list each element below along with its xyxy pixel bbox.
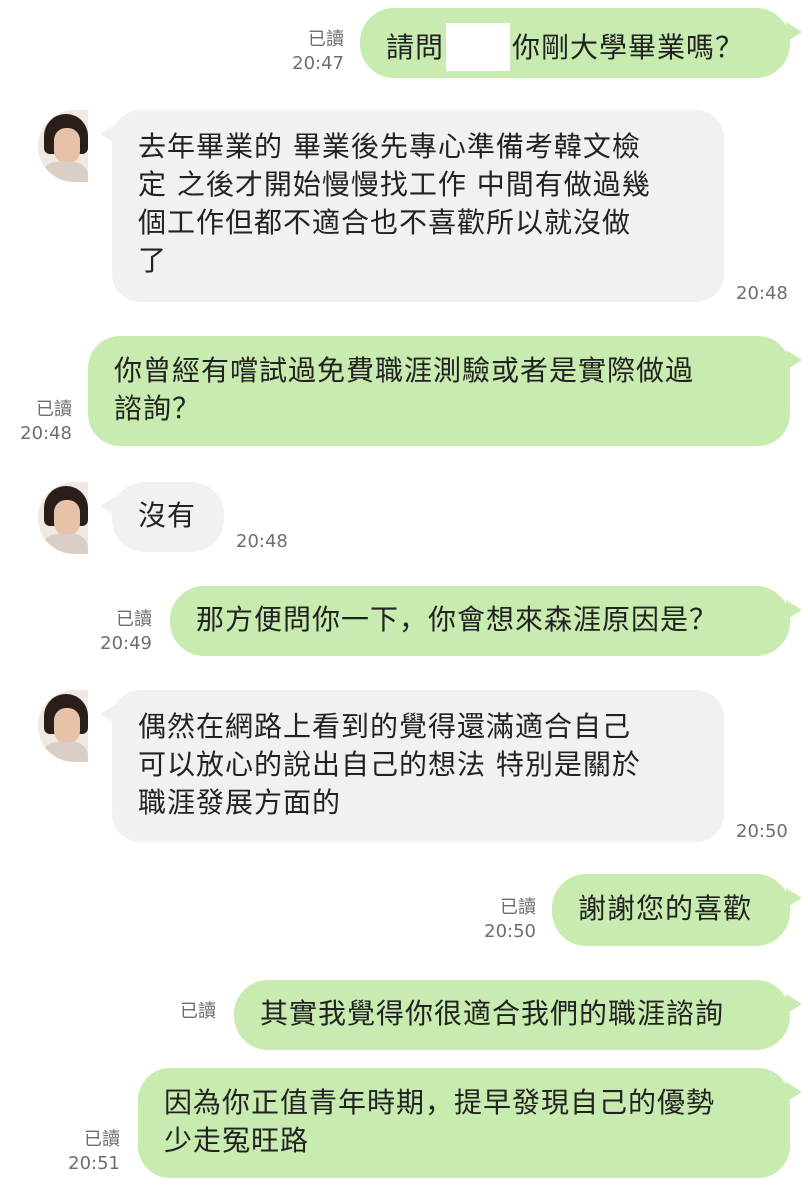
message-meta: 已讀 20:47 <box>292 28 344 76</box>
message-line: 因為你正值青年時期，提早發現自己的優勢 <box>164 1086 716 1119</box>
message-line: 去年畢業的 畢業後先專心準備考韓文檢 <box>138 130 641 163</box>
message-line: 職涯發展方面的 <box>138 786 342 819</box>
read-receipt: 已讀 <box>180 1001 216 1022</box>
contact-avatar[interactable] <box>38 690 88 762</box>
message-line: 沒有 <box>138 499 197 532</box>
message-meta: 已讀 20:51 <box>68 1128 120 1176</box>
incoming-message[interactable]: 去年畢業的 畢業後先專心準備考韓文檢 定 之後才開始慢慢找工作 中間有做過幾 個… <box>100 110 724 302</box>
read-receipt: 已讀 <box>84 1129 120 1150</box>
message-meta: 已讀 <box>180 1000 216 1024</box>
outgoing-message[interactable]: 謝謝您的喜歡 <box>552 874 802 946</box>
message-time: 20:48 <box>20 423 72 444</box>
incoming-message[interactable]: 沒有 <box>100 482 224 552</box>
outgoing-message[interactable]: 你曾經有嚐試過免費職涯測驗或者是實際做過 諮詢？ <box>88 336 802 446</box>
message-text: 你剛大學畢業嗎？ <box>512 31 745 64</box>
message-line: 謝謝您的喜歡 <box>578 892 753 925</box>
read-receipt: 已讀 <box>308 29 344 50</box>
message-time: 20:50 <box>484 921 536 942</box>
message-line: 諮詢？ <box>114 392 202 425</box>
message-line: 其實我覺得你很適合我們的職涯諮詢 <box>260 997 725 1030</box>
message-line: 那方便問你一下，你會想來森涯原因是？ <box>196 603 719 636</box>
outgoing-message[interactable]: 其實我覺得你很適合我們的職涯諮詢 <box>234 980 802 1050</box>
contact-avatar[interactable] <box>38 482 88 554</box>
read-receipt: 已讀 <box>500 897 536 918</box>
message-time: 20:49 <box>100 633 152 654</box>
message-time: 20:47 <box>292 53 344 74</box>
read-receipt: 已讀 <box>116 609 152 630</box>
message-line: 個工作但都不適合也不喜歡所以就沒做 <box>138 206 632 239</box>
message-line: 了 <box>138 244 168 277</box>
redaction-box <box>446 23 511 71</box>
message-time: 20:48 <box>736 283 788 304</box>
message-text: 請問 <box>386 31 445 64</box>
message-meta: 已讀 20:48 <box>20 398 72 446</box>
message-meta: 已讀 20:50 <box>484 896 536 944</box>
outgoing-message[interactable]: 請問 你剛大學畢業嗎？ <box>360 8 802 78</box>
message-line: 偶然在網路上看到的覺得還滿適合自己 <box>138 710 632 743</box>
contact-avatar[interactable] <box>38 110 88 182</box>
message-time: 20:48 <box>236 531 288 552</box>
incoming-message[interactable]: 偶然在網路上看到的覺得還滿適合自己 可以放心的說出自己的想法 特別是關於 職涯發… <box>100 690 724 842</box>
message-line: 定 之後才開始慢慢找工作 中間有做過幾 <box>138 168 651 201</box>
message-meta: 已讀 20:49 <box>100 608 152 656</box>
message-line: 少走冤旺路 <box>164 1124 310 1157</box>
message-time: 20:51 <box>68 1153 120 1174</box>
outgoing-message[interactable]: 那方便問你一下，你會想來森涯原因是？ <box>170 586 802 656</box>
read-receipt: 已讀 <box>36 399 72 420</box>
outgoing-message[interactable]: 因為你正值青年時期，提早發現自己的優勢 少走冤旺路 <box>138 1068 802 1178</box>
message-line: 可以放心的說出自己的想法 特別是關於 <box>138 748 641 781</box>
message-line: 你曾經有嚐試過免費職涯測驗或者是實際做過 <box>114 354 695 387</box>
message-time: 20:50 <box>736 821 788 842</box>
